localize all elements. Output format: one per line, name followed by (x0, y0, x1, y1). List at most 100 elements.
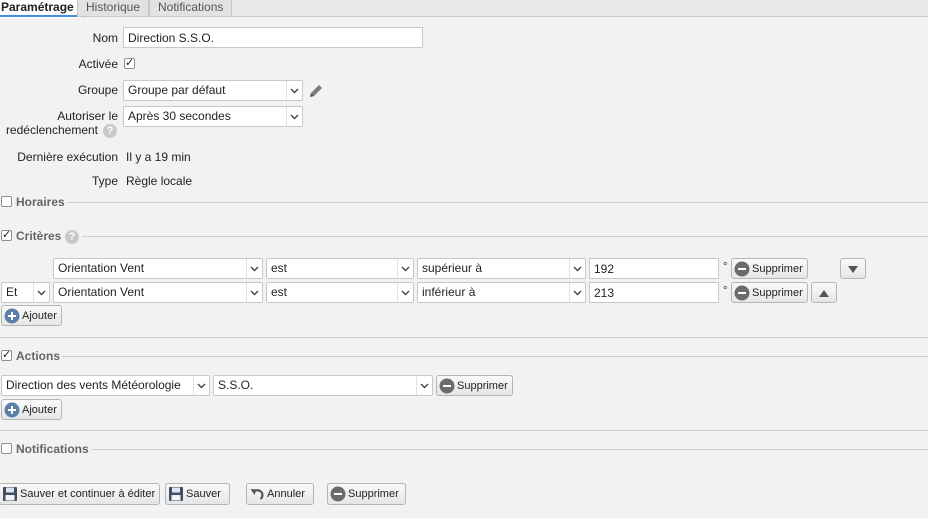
degree-unit: ° (723, 261, 728, 273)
undo-icon (249, 486, 265, 502)
enabled-checkbox[interactable] (124, 56, 135, 69)
actions-checkbox[interactable] (1, 348, 12, 361)
criteria-field-value: Orientation Vent (58, 285, 145, 299)
triangle-down-icon (848, 262, 858, 276)
save-label: Sauver (186, 488, 221, 500)
degree-unit: ° (723, 285, 728, 297)
remove-icon (330, 486, 346, 502)
criteria-field-select[interactable]: Orientation Vent (53, 258, 263, 279)
action-add-button[interactable]: Ajouter (1, 399, 62, 420)
action-target-select[interactable]: Direction des vents Météorologie (1, 375, 210, 396)
criteria-operator-select[interactable]: supérieur à (417, 258, 586, 279)
last-exec-label: Dernière exécution (17, 150, 118, 164)
schedules-title: Horaires (16, 195, 65, 209)
criteria-delete-label: Supprimer (752, 286, 803, 299)
group-select[interactable]: Groupe par défaut (123, 80, 303, 101)
chevron-down-icon (397, 283, 413, 302)
chevron-down-icon (397, 259, 413, 278)
remove-icon (439, 378, 455, 394)
notifications-title: Notifications (16, 442, 89, 456)
criteria-field-value: Orientation Vent (58, 261, 145, 275)
notifications-checkbox[interactable] (1, 443, 12, 454)
name-label: Nom (92, 31, 118, 45)
criteria-operator-select[interactable]: inférieur à (417, 282, 586, 303)
add-icon (4, 308, 20, 324)
chevron-down-icon (569, 259, 585, 278)
type-value: Règle locale (126, 174, 193, 188)
help-icon[interactable]: ? (103, 124, 117, 138)
chevron-down-icon (416, 376, 432, 395)
notifications-divider (92, 449, 928, 450)
chevron-down-icon (286, 107, 302, 126)
actions-title: Actions (16, 349, 61, 363)
tab-parametrage[interactable]: Paramétrage (0, 0, 83, 18)
save-continue-button[interactable]: Sauver et continuer à éditer (0, 483, 161, 505)
tab-bar: Paramétrage Historique Notifications (0, 0, 928, 18)
cancel-button[interactable]: Annuler (246, 483, 314, 505)
add-icon (4, 402, 20, 418)
action-add-label: Ajouter (22, 403, 57, 416)
criteria-verb-select[interactable]: est (266, 258, 414, 279)
retrigger-select-value: Après 30 secondes (128, 109, 231, 123)
chevron-down-icon (33, 283, 49, 302)
pencil-icon[interactable] (307, 82, 325, 100)
criteria-verb-value: est (271, 261, 288, 275)
retrigger-select[interactable]: Après 30 secondes (123, 106, 303, 127)
remove-icon (734, 261, 750, 277)
retrigger-label-line1: Autoriser le (57, 109, 118, 123)
actions-bottom-divider (0, 430, 928, 431)
criteria-checkbox[interactable] (1, 228, 12, 241)
criteria-title: Critères (16, 229, 62, 243)
criteria-operator-value: inférieur à (422, 285, 476, 299)
group-select-value: Groupe par défaut (128, 83, 226, 97)
criteria-connector-select[interactable]: Et (1, 282, 50, 303)
floppy-disk-icon (2, 486, 18, 502)
action-value-value: S.S.O. (218, 378, 254, 392)
retrigger-label-line2: redéclenchement (5, 123, 98, 137)
criteria-delete-button[interactable]: Supprimer (731, 258, 808, 279)
tab-historique[interactable]: Historique (77, 0, 150, 17)
criteria-delete-label: Supprimer (752, 262, 803, 275)
help-icon[interactable]: ? (65, 230, 79, 244)
criteria-verb-value: est (271, 285, 288, 299)
action-delete-label: Supprimer (457, 379, 508, 392)
remove-icon (734, 285, 750, 301)
delete-button[interactable]: Supprimer (327, 483, 406, 505)
cancel-label: Annuler (267, 488, 305, 500)
action-value-select[interactable]: S.S.O. (213, 375, 433, 396)
save-continue-label: Sauver et continuer à éditer (20, 488, 156, 500)
schedules-divider (66, 202, 928, 203)
enabled-label: Activée (78, 57, 118, 71)
name-input[interactable] (123, 27, 423, 48)
tab-notifications[interactable]: Notifications (149, 0, 233, 17)
chevron-down-icon (286, 81, 302, 100)
last-exec-value: Il y a 19 min (126, 150, 191, 164)
criteria-add-label: Ajouter (22, 309, 57, 322)
schedules-checkbox[interactable] (1, 196, 12, 207)
criteria-divider (82, 236, 928, 237)
chevron-down-icon (569, 283, 585, 302)
chevron-down-icon (246, 259, 262, 278)
criteria-value-input[interactable] (589, 282, 719, 303)
criteria-field-select[interactable]: Orientation Vent (53, 282, 263, 303)
criteria-operator-value: supérieur à (422, 261, 483, 275)
retrigger-label: Autoriser le redéclenchement (0, 109, 118, 137)
type-label: Type (91, 174, 118, 188)
criteria-add-button[interactable]: Ajouter (1, 305, 62, 326)
save-button[interactable]: Sauver (165, 483, 230, 505)
criteria-value-input[interactable] (589, 258, 719, 279)
chevron-down-icon (193, 376, 209, 395)
action-target-value: Direction des vents Météorologie (6, 378, 181, 392)
move-down-button[interactable] (840, 258, 866, 279)
criteria-verb-select[interactable]: est (266, 282, 414, 303)
delete-label: Supprimer (348, 488, 399, 500)
triangle-up-icon (819, 286, 829, 300)
actions-divider (62, 356, 928, 357)
floppy-disk-icon (168, 486, 184, 502)
criteria-delete-button[interactable]: Supprimer (731, 282, 808, 303)
move-up-button[interactable] (811, 282, 837, 303)
action-delete-button[interactable]: Supprimer (436, 375, 513, 396)
chevron-down-icon (246, 283, 262, 302)
criteria-bottom-divider (0, 337, 928, 338)
group-label: Groupe (77, 83, 118, 97)
